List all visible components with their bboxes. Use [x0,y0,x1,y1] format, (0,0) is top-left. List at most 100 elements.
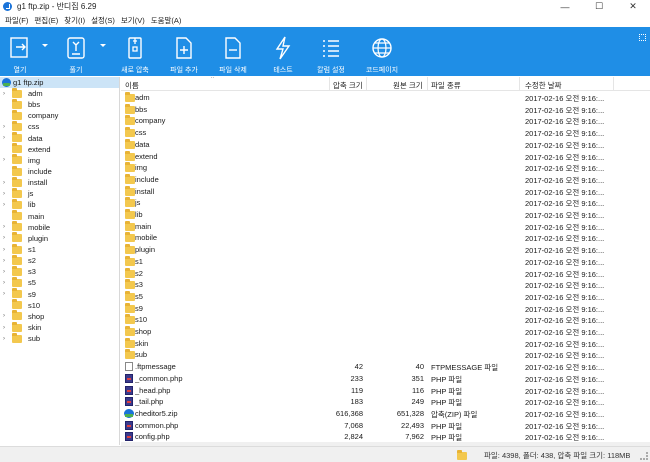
file-row[interactable]: extend 2017-02-16 오전 9:16:... [121,150,650,163]
expand-arrow-icon[interactable]: › [3,135,10,141]
expand-arrow-icon[interactable]: › [3,191,10,197]
extract-dropdown-caret-icon[interactable] [100,44,106,47]
file-row[interactable]: bbs 2017-02-16 오전 9:16:... [121,103,650,116]
column-settings-button[interactable]: 칼럼 설정 [311,27,351,76]
tree-root-item[interactable]: g1 ftp.zip [0,77,119,88]
expand-arrow-icon[interactable]: › [3,224,10,230]
file-row[interactable]: company 2017-02-16 오전 9:16:... [121,115,650,127]
file-row[interactable]: skin 2017-02-16 오전 9:16:... [121,337,650,350]
menu-settings[interactable]: 설정(S) [88,15,118,26]
add-file-button[interactable]: 파일 추가 [164,27,204,76]
column-divider[interactable] [427,77,428,91]
file-row[interactable]: s3 2017-02-16 오전 9:16:... [121,279,650,291]
tree-item-main[interactable]: main [0,210,119,222]
menu-edit[interactable]: 편집(E) [31,15,61,26]
expand-arrow-icon[interactable]: › [3,202,10,208]
open-dropdown-caret-icon[interactable] [42,44,48,47]
close-button[interactable]: ✕ [616,0,650,13]
expand-arrow-icon[interactable]: › [3,336,10,342]
tree-item-company[interactable]: company [0,109,119,121]
file-row[interactable]: s1 2017-02-16 오전 9:16:... [121,255,650,268]
tree-item-s10[interactable]: s10 [0,299,119,311]
column-divider[interactable] [613,77,614,91]
tree-item-install[interactable]: › install [0,176,119,188]
test-button[interactable]: 테스트 [266,27,300,76]
tree-item-include[interactable]: include [0,165,119,177]
file-row[interactable]: lib 2017-02-16 오전 9:16:... [121,209,650,221]
file-row[interactable]: cheditor5.zip 616,368 651,328 압축(ZIP) 파일 201… [121,408,650,420]
column-modified-header[interactable]: 수정한 날짜 [525,80,562,91]
column-original-header[interactable]: 원본 크기 [393,80,423,91]
column-divider[interactable] [366,77,367,91]
maximize-button[interactable]: ☐ [582,0,616,13]
tree-item-css[interactable]: › css [0,120,119,132]
tree-item-skin[interactable]: › skin [0,321,119,333]
column-compressed-header[interactable]: 압축 크기 [333,80,363,91]
tree-item-bbs[interactable]: bbs [0,98,119,110]
file-row[interactable]: sub 2017-02-16 오전 9:16:... [121,349,650,361]
file-row[interactable]: include 2017-02-16 오전 9:16:... [121,173,650,186]
tree-item-adm[interactable]: › adm [0,87,119,99]
menu-view[interactable]: 보기(V) [118,15,148,26]
expand-arrow-icon[interactable]: › [3,91,10,97]
expand-arrow-icon[interactable]: › [3,280,10,286]
file-row[interactable]: common.php 7,068 22,493 PHP 파일 2017-02-16 오전… [121,420,650,432]
column-divider[interactable] [519,77,520,91]
column-divider[interactable] [329,77,330,91]
file-row[interactable]: install 2017-02-16 오전 9:16:... [121,185,650,198]
file-row[interactable]: data 2017-02-16 오전 9:16:... [121,138,650,151]
file-row[interactable]: s2 2017-02-16 오전 9:16:... [121,267,650,280]
tree-item-shop[interactable]: › shop [0,310,119,322]
file-row[interactable]: s10 2017-02-16 오전 9:16:... [121,314,650,326]
tree-item-js[interactable]: › js [0,187,119,199]
expand-arrow-icon[interactable]: › [3,180,10,186]
file-row[interactable]: css 2017-02-16 오전 9:16:... [121,127,650,139]
open-button[interactable]: 열기 [5,27,35,76]
expand-arrow-icon[interactable]: › [3,258,10,264]
file-row[interactable]: mobile 2017-02-16 오전 9:16:... [121,232,650,244]
tree-item-sub[interactable]: › sub [0,332,119,344]
tree-item-mobile[interactable]: › mobile [0,221,119,233]
tree-item-s3[interactable]: › s3 [0,265,119,277]
extract-button[interactable]: 풀기 [61,27,91,76]
resize-grip-icon[interactable] [640,452,648,460]
file-row[interactable]: _tail.php 183 249 PHP 파일 2017-02-16 오전 9:16:… [121,396,650,408]
expand-arrow-icon[interactable]: › [3,269,10,275]
minimize-button[interactable]: — [548,0,582,13]
file-row[interactable]: plugin 2017-02-16 오전 9:16:... [121,244,650,256]
file-row[interactable]: .ftpmessage 42 40 FTPMESSAGE 파일 2017-02-16 오… [121,361,650,373]
tree-item-extend[interactable]: extend [0,143,119,155]
expand-arrow-icon[interactable]: › [3,124,10,130]
file-row[interactable]: s9 2017-02-16 오전 9:16:... [121,302,650,315]
homepage-button[interactable]: 코드페이지 [359,27,405,76]
tree-item-s1[interactable]: › s1 [0,243,119,255]
file-row[interactable]: adm 2017-02-16 오전 9:16:... [121,92,650,104]
menu-find[interactable]: 찾기(I) [61,15,88,26]
tree-item-s9[interactable]: › s9 [0,288,119,300]
layout-toggle-icon[interactable] [639,34,646,41]
delete-file-button[interactable]: 파일 삭제 [213,27,253,76]
file-row[interactable]: s5 2017-02-16 오전 9:16:... [121,290,650,303]
tree-item-s2[interactable]: › s2 [0,254,119,266]
expand-arrow-icon[interactable]: › [3,291,10,297]
expand-arrow-icon[interactable]: › [3,313,10,319]
column-type-header[interactable]: 파일 종류 [431,80,461,91]
expand-arrow-icon[interactable]: › [3,235,10,241]
column-name-header[interactable]: 이름 [125,80,139,91]
new-archive-button[interactable]: 새로 압축 [115,27,155,76]
expand-arrow-icon[interactable]: › [3,325,10,331]
tree-item-img[interactable]: › img [0,154,119,166]
tree-item-plugin[interactable]: › plugin [0,232,119,244]
tree-item-data[interactable]: › data [0,132,119,144]
file-row[interactable]: _common.php 233 351 PHP 파일 2017-02-16 오전 9:1… [121,373,650,385]
tree-item-lib[interactable]: › lib [0,198,119,210]
expand-arrow-icon[interactable]: › [3,157,10,163]
file-row[interactable]: shop 2017-02-16 오전 9:16:... [121,326,650,338]
file-row[interactable]: img 2017-02-16 오전 9:16:... [121,162,650,174]
menu-file[interactable]: 파일(F) [2,15,31,26]
expand-arrow-icon[interactable]: › [3,247,10,253]
file-row[interactable]: _head.php 119 116 PHP 파일 2017-02-16 오전 9:16:… [121,385,650,397]
file-row[interactable]: js 2017-02-16 오전 9:16:... [121,197,650,209]
tree-item-s5[interactable]: › s5 [0,276,119,288]
file-row[interactable]: main 2017-02-16 오전 9:16:... [121,220,650,233]
